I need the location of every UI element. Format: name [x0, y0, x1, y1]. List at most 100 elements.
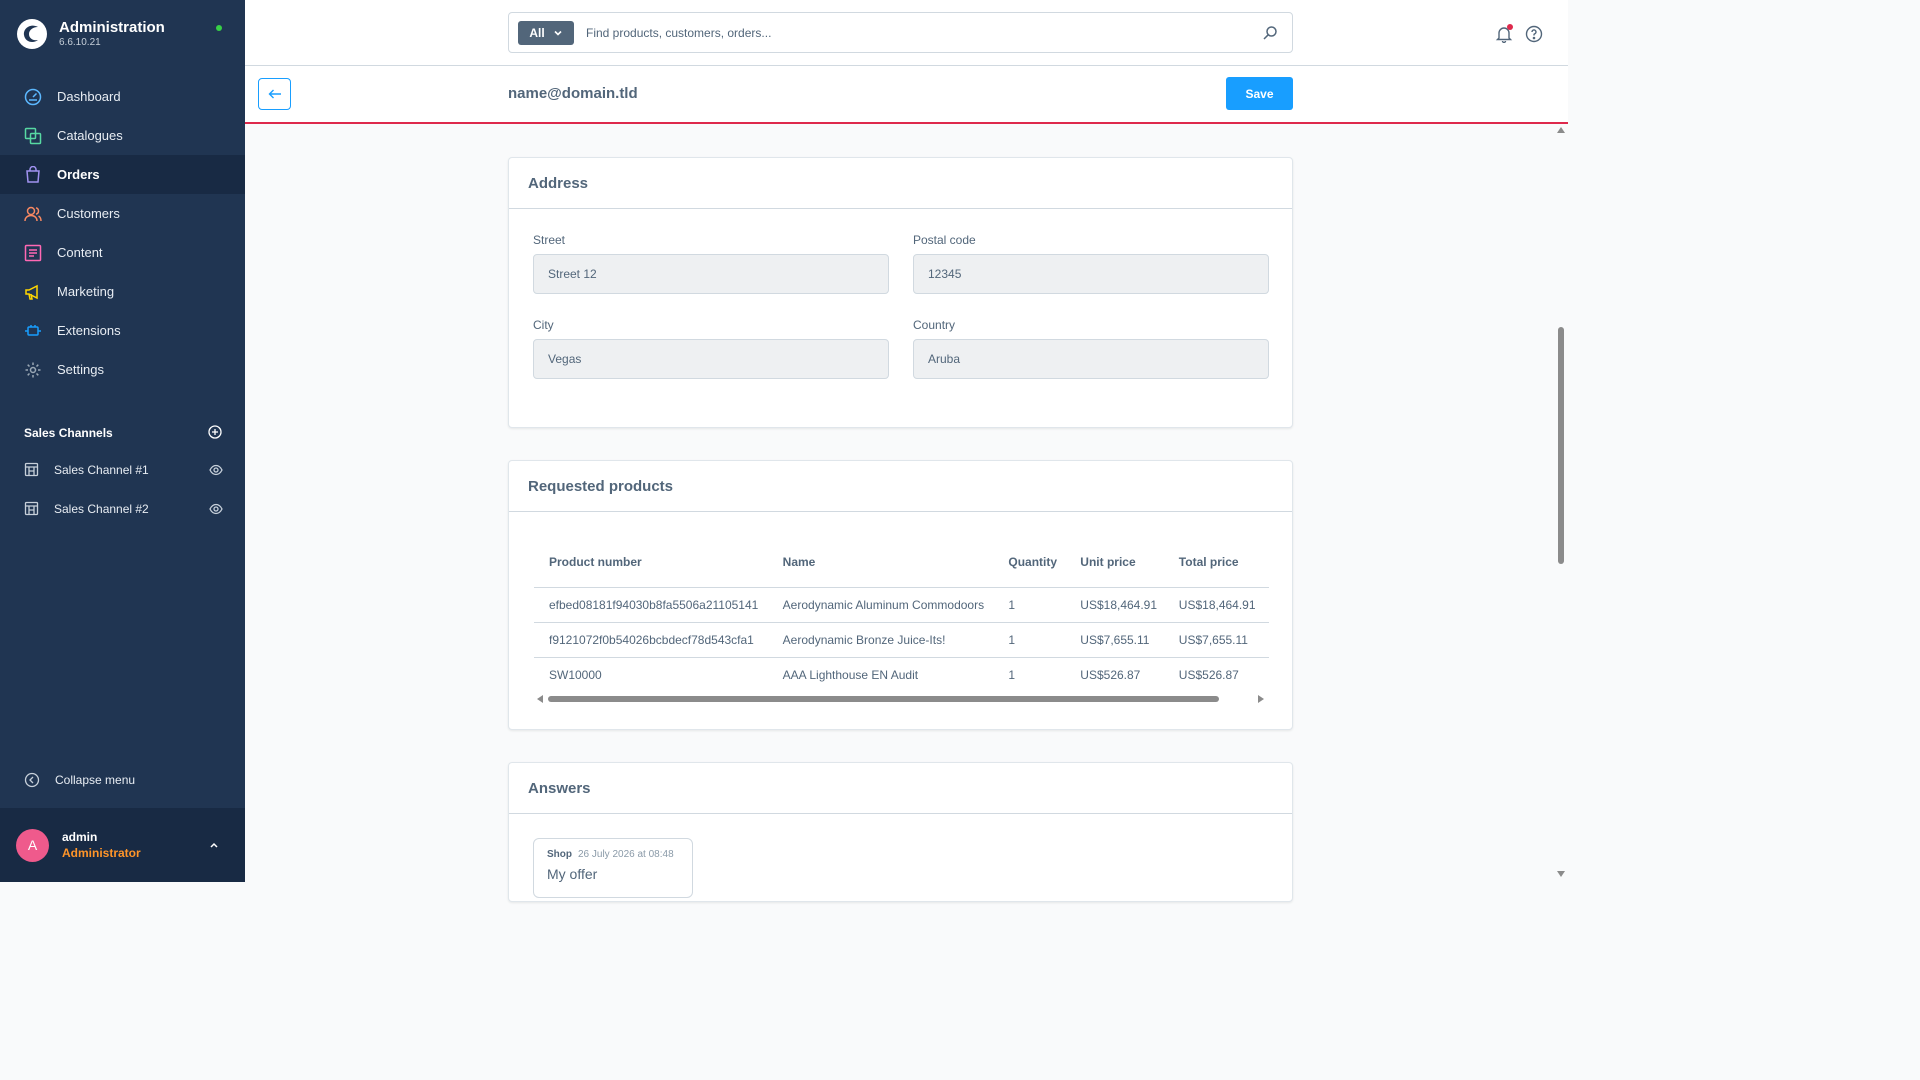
- nav-item-settings[interactable]: Settings: [0, 350, 245, 389]
- scroll-down-arrow-icon[interactable]: [1557, 871, 1565, 877]
- nav-item-orders[interactable]: Orders: [0, 155, 245, 194]
- marketing-icon: [24, 283, 42, 301]
- table-horizontal-scrollbar[interactable]: [548, 696, 1219, 702]
- postal-code-label: Postal code: [913, 233, 976, 247]
- column-header-unit-price[interactable]: Unit price: [1065, 538, 1164, 588]
- answer-author: Shop: [547, 849, 572, 860]
- main-navigation: Dashboard Catalogues Orders Customers Co…: [0, 77, 245, 389]
- nav-item-label: Catalogues: [57, 128, 123, 143]
- user-menu[interactable]: A admin Administrator: [0, 808, 245, 882]
- requested-products-card: Requested products Product number Name Q…: [508, 460, 1293, 730]
- search-type-label: All: [529, 25, 545, 40]
- chevron-up-icon[interactable]: [208, 839, 220, 851]
- city-input[interactable]: Vegas: [533, 339, 889, 379]
- avatar: A: [16, 828, 49, 862]
- column-header-name[interactable]: Name: [767, 538, 994, 588]
- arrow-left-icon: [268, 89, 281, 99]
- nav-item-label: Extensions: [57, 323, 121, 338]
- column-header-quantity[interactable]: Quantity: [993, 538, 1066, 588]
- table-row: SW10000 AAA Lighthouse EN Audit 1 US$526…: [534, 657, 1269, 692]
- collapse-menu-button[interactable]: Collapse menu: [24, 772, 135, 788]
- product-number-cell: f9121072f0b54026bcbdecf78d543cfa1: [534, 622, 768, 658]
- city-field: City Vegas: [533, 318, 889, 379]
- nav-item-catalogues[interactable]: Catalogues: [0, 116, 245, 155]
- table-row: efbed08181f94030b8fa5506a21105141 Aerody…: [534, 587, 1269, 623]
- status-indicator: [216, 25, 222, 31]
- shopware-logo-icon: [17, 19, 47, 49]
- column-header-total-price[interactable]: Total price: [1163, 538, 1269, 588]
- product-number-cell: efbed08181f94030b8fa5506a21105141: [534, 587, 768, 623]
- search-input[interactable]: [586, 25, 1262, 40]
- requested-products-title: Requested products: [509, 461, 1292, 512]
- search-type-select[interactable]: All: [518, 20, 574, 45]
- scroll-right-arrow-icon[interactable]: [1258, 695, 1264, 703]
- sales-channels-title: Sales Channels: [24, 426, 113, 440]
- country-field: Country Aruba: [913, 318, 1269, 379]
- sales-channels-header: Sales Channels: [24, 424, 222, 442]
- sales-channel-label: Sales Channel #2: [54, 501, 149, 516]
- extensions-icon: [24, 322, 42, 340]
- brand[interactable]: Administration 6.6.10.21: [16, 16, 165, 52]
- answer-message: Shop 26 July 2026 at 08:48 My offer: [533, 838, 693, 898]
- products-table-container[interactable]: Product number Name Quantity Unit price …: [534, 538, 1269, 698]
- street-input[interactable]: Street 12: [533, 254, 889, 294]
- nav-item-extensions[interactable]: Extensions: [0, 311, 245, 350]
- product-name-cell: Aerodynamic Aluminum Commodoors: [767, 587, 994, 623]
- scroll-up-arrow-icon[interactable]: [1557, 127, 1565, 133]
- notification-badge: [1507, 24, 1513, 30]
- country-input[interactable]: Aruba: [913, 339, 1269, 379]
- sidebar: Administration 6.6.10.21 Dashboard Catal…: [0, 0, 245, 882]
- storefront-icon: [24, 462, 39, 477]
- storefront-icon: [24, 501, 39, 516]
- unit-price-cell: US$18,464.91: [1065, 587, 1164, 623]
- city-label: City: [533, 318, 554, 332]
- help-icon[interactable]: [1525, 25, 1543, 43]
- customers-icon: [24, 205, 42, 223]
- quantity-cell: 1: [993, 587, 1066, 623]
- unit-price-cell: US$7,655.11: [1065, 622, 1164, 658]
- back-button[interactable]: [258, 78, 291, 110]
- dashboard-icon: [24, 88, 42, 106]
- answers-card: Answers Shop 26 July 2026 at 08:48 My of…: [508, 762, 1293, 902]
- nav-item-label: Marketing: [57, 284, 115, 299]
- eye-icon[interactable]: [209, 502, 223, 516]
- search-icon[interactable]: [1262, 25, 1278, 41]
- eye-icon[interactable]: [209, 463, 223, 477]
- collapse-icon: [24, 772, 40, 788]
- address-card: Address Street Street 12 Postal code 123…: [508, 157, 1293, 428]
- user-name: admin: [62, 829, 98, 844]
- postal-code-input[interactable]: 12345: [913, 254, 1269, 294]
- product-name-cell: AAA Lighthouse EN Audit: [782, 667, 919, 682]
- nav-item-dashboard[interactable]: Dashboard: [0, 77, 245, 116]
- products-table: Product number Name Quantity Unit price …: [534, 538, 1269, 692]
- catalogues-icon: [24, 127, 42, 145]
- brand-version: 6.6.10.21: [59, 37, 101, 48]
- street-label: Street: [533, 233, 566, 247]
- sales-channel-label: Sales Channel #1: [54, 462, 149, 477]
- total-price-cell: US$7,655.11: [1163, 622, 1269, 658]
- country-label: Country: [913, 318, 956, 332]
- total-price-cell: US$18,464.91: [1163, 587, 1269, 623]
- answers-title: Answers: [509, 763, 1292, 814]
- unit-price-cell: US$526.87: [1080, 667, 1141, 682]
- scroll-left-arrow-icon[interactable]: [537, 695, 543, 703]
- quantity-cell: 1: [993, 622, 1066, 658]
- nav-item-marketing[interactable]: Marketing: [0, 272, 245, 311]
- page-scrollbar-thumb[interactable]: [1558, 327, 1564, 564]
- product-name-cell: Aerodynamic Bronze Juice-Its!: [767, 622, 994, 658]
- nav-item-customers[interactable]: Customers: [0, 194, 245, 233]
- table-header-row: Product number Name Quantity Unit price …: [534, 538, 1269, 588]
- sales-channel-item-2[interactable]: Sales Channel #2: [0, 489, 245, 528]
- column-header-product-number[interactable]: Product number: [534, 538, 768, 588]
- nav-item-label: Customers: [57, 206, 120, 221]
- postal-code-field: Postal code 12345: [913, 233, 1269, 294]
- nav-item-content[interactable]: Content: [0, 233, 245, 272]
- save-button[interactable]: Save: [1226, 77, 1293, 110]
- page-title: name@domain.tld: [508, 85, 638, 102]
- nav-item-label: Settings: [57, 362, 104, 377]
- total-price-cell: US$526.87: [1178, 667, 1239, 682]
- chevron-down-icon: [554, 30, 562, 36]
- sales-channel-item-1[interactable]: Sales Channel #1: [0, 450, 245, 489]
- nav-item-label: Dashboard: [57, 89, 121, 104]
- add-sales-channel-icon[interactable]: [208, 424, 222, 442]
